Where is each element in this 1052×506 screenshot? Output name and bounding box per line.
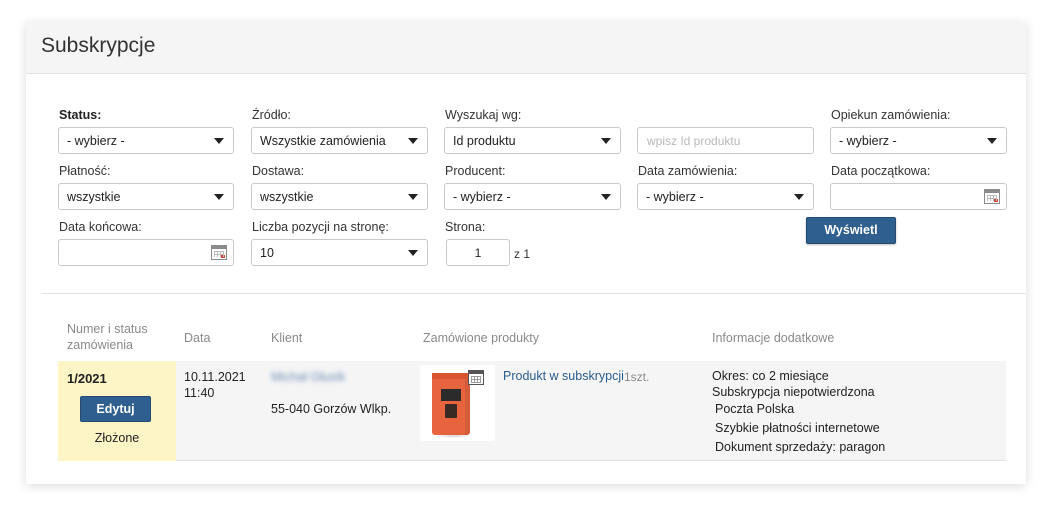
search-input[interactable]: wpisz Id produktu: [637, 127, 814, 154]
info-period: Okres: co 2 miesiące: [712, 369, 829, 383]
payment-select-value: wszystkie: [67, 190, 121, 204]
calendar-icon[interactable]: [984, 189, 1000, 204]
search-by-select-value: Id produktu: [453, 134, 516, 148]
divider: [41, 293, 1026, 294]
header-order: Numer i status zamówienia: [67, 322, 148, 352]
info-payment: Szybkie płatności internetowe: [715, 421, 880, 435]
order-cell: 1/2021 Edytuj Złożone: [58, 361, 176, 461]
search-input-placeholder: wpisz Id produktu: [647, 134, 741, 148]
producer-label: Producent:: [445, 164, 506, 178]
client-city: 55-040 Gorzów Wlkp.: [271, 402, 392, 416]
delivery-select-value: wszystkie: [260, 190, 314, 204]
order-date-select-value: - wybierz -: [646, 190, 704, 204]
product-link[interactable]: Produkt w subskrypcji: [503, 368, 624, 384]
chevron-down-icon: [601, 138, 611, 144]
delivery-label: Dostawa:: [252, 164, 305, 178]
product-thumbnail[interactable]: [420, 365, 495, 441]
edit-button[interactable]: Edytuj: [80, 396, 151, 422]
source-label: Źródło:: [252, 108, 291, 122]
status-select-value: - wybierz -: [67, 134, 125, 148]
chevron-down-icon: [794, 194, 804, 200]
header-info: Informacje dodatkowe: [712, 331, 835, 345]
info-delivery: Poczta Polska: [715, 402, 795, 416]
search-by-select[interactable]: Id produktu: [444, 127, 621, 154]
order-manager-select[interactable]: - wybierz -: [830, 127, 1007, 154]
client-name[interactable]: Michał Głusik: [271, 369, 345, 385]
end-date-label: Data końcowa:: [59, 220, 142, 234]
end-date-field[interactable]: [58, 239, 234, 266]
info-subscription-status: Subskrypcja niepotwierdzona: [712, 385, 875, 399]
order-date-select[interactable]: - wybierz -: [637, 183, 814, 210]
show-button[interactable]: Wyświetl: [806, 217, 896, 244]
chevron-down-icon: [408, 250, 418, 256]
order-date: 10.11.2021: [184, 370, 246, 384]
source-select-value: Wszystkie zamówienia: [260, 134, 386, 148]
order-date-label: Data zamówienia:: [638, 164, 738, 178]
header-client: Klient: [271, 331, 303, 345]
status-label: Status:: [59, 108, 102, 122]
search-by-label: Wyszukaj wg:: [445, 108, 522, 122]
chevron-down-icon: [601, 194, 611, 200]
per-page-select-value: 10: [260, 246, 274, 260]
start-date-field[interactable]: [830, 183, 1007, 210]
per-page-label: Liczba pozycji na stronę:: [252, 220, 389, 234]
page-label: Strona:: [445, 220, 486, 234]
chevron-down-icon: [408, 138, 418, 144]
payment-label: Płatność:: [59, 164, 111, 178]
coffee-bag-image: [432, 373, 470, 435]
page-number-input[interactable]: 1: [446, 239, 510, 266]
producer-select-value: - wybierz -: [453, 190, 511, 204]
order-status: Złożone: [94, 431, 140, 445]
header-products: Zamówione produkty: [423, 331, 540, 345]
subscription-calendar-icon: [468, 370, 484, 385]
page-number-value: 1: [474, 246, 482, 260]
payment-select[interactable]: wszystkie: [58, 183, 234, 210]
producer-select[interactable]: - wybierz -: [444, 183, 621, 210]
chevron-down-icon: [214, 194, 224, 200]
calendar-icon[interactable]: [211, 245, 227, 260]
order-number: 1/2021: [67, 371, 107, 386]
source-select[interactable]: Wszystkie zamówienia: [251, 127, 428, 154]
header-date: Data: [184, 331, 211, 345]
info-document: Dokument sprzedaży: paragon: [715, 440, 886, 454]
chevron-down-icon: [408, 194, 418, 200]
order-manager-select-value: - wybierz -: [839, 134, 897, 148]
status-select[interactable]: - wybierz -: [58, 127, 234, 154]
chevron-down-icon: [214, 138, 224, 144]
delivery-select[interactable]: wszystkie: [251, 183, 428, 210]
page-title: Subskrypcje: [41, 34, 156, 57]
chevron-down-icon: [987, 138, 997, 144]
per-page-select[interactable]: 10: [251, 239, 428, 266]
order-manager-label: Opiekun zamówienia:: [831, 108, 951, 122]
order-time: 11:40: [184, 386, 215, 400]
table-row: 1/2021 Edytuj Złożone 10.11.2021 11:40 M…: [58, 361, 1006, 461]
product-qty: 1szt.: [624, 370, 650, 384]
start-date-label: Data początkowa:: [831, 164, 931, 178]
page-total: z 1: [514, 247, 531, 261]
panel-header: Subskrypcje: [26, 22, 1026, 74]
